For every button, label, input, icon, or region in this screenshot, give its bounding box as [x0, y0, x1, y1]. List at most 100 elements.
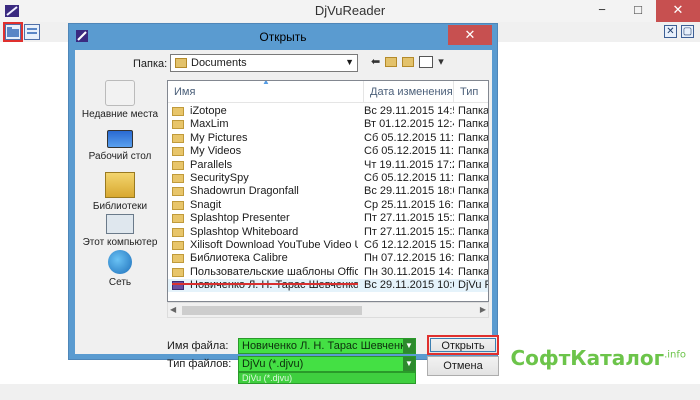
place-network[interactable]: Сеть — [77, 250, 163, 288]
file-name: Splashtop Presenter — [190, 212, 290, 225]
file-name: SecuritySpy — [190, 172, 249, 184]
file-type: Папка с ф — [458, 239, 489, 251]
computer-icon — [106, 214, 134, 234]
file-row[interactable]: Библиотека Calibre Пн 07.12.2015 16:25 Пап… — [168, 252, 488, 265]
file-row[interactable]: Xilisoft Download YouTube Video User Dat… — [168, 239, 488, 252]
scroll-right-icon[interactable]: ▶ — [480, 305, 486, 314]
file-row[interactable]: MaxLim Вт 01.12.2015 12:43 Папка с ф — [168, 118, 488, 131]
filetype-label: Тип файлов: — [167, 358, 232, 370]
maximize-button[interactable]: □ — [620, 0, 656, 22]
scroll-thumb[interactable] — [182, 306, 362, 315]
filetype-option[interactable]: DjVu (*.djvu) — [238, 372, 416, 384]
file-type: Папка с ф — [458, 158, 489, 171]
open-file-dialog: Открыть ✕ Папка: Documents ▼ ⬅ ▾ Недавни… — [68, 23, 499, 384]
file-date: Сб 05.12.2015 11:59 — [364, 131, 454, 144]
file-type: Папка с ф — [458, 252, 489, 265]
file-name: Пользовательские шаблоны Office — [190, 265, 358, 278]
filetype-value: DjVu (*.djvu) — [242, 358, 304, 370]
app-titlebar: DjVuReader − □ ✕ — [0, 0, 700, 22]
file-row[interactable]: Snagit Ср 25.11.2015 16:47 Папка с ф — [168, 199, 488, 212]
open-file-button[interactable] — [3, 22, 23, 42]
filename-input[interactable]: Новиченко Л. Н. Тарас Шевченко -- поэт, … — [238, 338, 416, 354]
file-row[interactable]: Parallels Чт 19.11.2015 17:22 Папка с ф — [168, 159, 488, 172]
dialog-title: Открыть — [259, 30, 307, 44]
column-type[interactable]: Тип — [454, 81, 488, 103]
file-row[interactable]: Пользовательские шаблоны Office Пн 30.11.… — [168, 266, 488, 279]
horizontal-scrollbar[interactable]: ◀ ▶ — [167, 302, 489, 318]
chevron-down-icon[interactable]: ▼ — [403, 339, 415, 353]
file-list-header: ▲ Имя Дата изменения Тип — [168, 81, 488, 103]
file-type: Папка с ф — [458, 118, 489, 131]
file-date: Пн 07.12.2015 16:25 — [364, 252, 454, 265]
places-bar: Недавние места Рабочий стол Библиотеки Э… — [77, 80, 163, 296]
file-type: Папка с ф — [458, 131, 489, 144]
open-button[interactable]: Открыть — [427, 335, 499, 355]
file-date: Вс 29.11.2015 10:08 — [364, 279, 454, 292]
list-icon — [27, 28, 37, 34]
back-icon[interactable]: ⬅ — [371, 55, 380, 68]
file-name: Snagit — [190, 198, 222, 211]
lookin-label: Папка: — [133, 58, 168, 70]
file-name: Parallels — [190, 158, 233, 171]
dialog-titlebar: Открыть ✕ — [69, 24, 497, 50]
file-name: My Pictures — [190, 131, 248, 144]
place-libraries[interactable]: Библиотеки — [77, 172, 163, 212]
file-row[interactable]: My Videos Сб 05.12.2015 11:59 Папка с ф — [168, 145, 488, 158]
file-row[interactable]: SecuritySpy Сб 05.12.2015 11:36 Папка с ф — [168, 172, 488, 185]
column-name[interactable]: Имя — [168, 81, 364, 103]
file-list[interactable]: ▲ Имя Дата изменения Тип iZotope Вс 29.11… — [167, 80, 489, 302]
recent-places-icon — [105, 80, 135, 106]
file-row[interactable]: Новиченко Л. Н. Тарас Шевченко — поэт, .… — [168, 279, 488, 293]
dialog-close-button[interactable]: ✕ — [448, 25, 492, 45]
file-date: Вт 01.12.2015 12:43 — [364, 118, 454, 131]
file-date: Сб 12.12.2015 15:52 — [364, 239, 454, 251]
filename-label: Имя файла: — [167, 340, 229, 352]
place-computer[interactable]: Этот компьютер — [77, 210, 163, 248]
file-date: Пн 30.11.2015 14:11 — [364, 265, 454, 278]
highlight-underline — [172, 283, 358, 285]
place-desktop[interactable]: Рабочий стол — [77, 126, 163, 162]
filetype-select[interactable]: DjVu (*.djvu) ▼ — [238, 356, 416, 372]
place-recent[interactable]: Недавние места — [77, 80, 163, 120]
close-button[interactable]: ✕ — [656, 0, 700, 22]
place-label: Рабочий стол — [88, 151, 152, 162]
lookin-dropdown[interactable]: Documents ▼ — [170, 54, 358, 72]
lookin-value: Documents — [191, 57, 247, 69]
chevron-down-icon[interactable]: ▼ — [403, 357, 415, 371]
scroll-left-icon[interactable]: ◀ — [170, 305, 176, 314]
folder-icon — [175, 58, 187, 68]
new-folder-icon[interactable] — [402, 56, 415, 67]
file-name: Xilisoft Download YouTube Video User Dat… — [190, 239, 358, 251]
view-menu-icon[interactable] — [419, 55, 434, 68]
file-type: Папка с ф — [458, 185, 489, 198]
file-type: Папка с ф — [458, 105, 489, 117]
minimize-button[interactable]: − — [584, 0, 620, 22]
status-bar — [0, 384, 700, 400]
document-info-button[interactable] — [24, 24, 40, 40]
watermark: СофтКаталог.info — [510, 346, 686, 370]
file-row[interactable]: iZotope Вс 29.11.2015 14:58 Папка с ф — [168, 105, 488, 118]
dialog-app-icon — [76, 30, 88, 42]
file-date: Вс 29.11.2015 18:00 — [364, 185, 454, 198]
file-name: Splashtop Whiteboard — [190, 225, 299, 238]
file-date: Вс 29.11.2015 14:58 — [364, 105, 454, 117]
file-row[interactable]: Splashtop Presenter Пт 27.11.2015 15:25 Па… — [168, 212, 488, 225]
watermark-suffix: .info — [664, 349, 686, 361]
file-row[interactable]: My Pictures Сб 05.12.2015 11:59 Папка с ф — [168, 132, 488, 145]
view-dropdown-icon[interactable]: ▾ — [438, 55, 444, 68]
watermark-text: СофтКаталог — [510, 346, 665, 370]
column-date[interactable]: Дата изменения — [364, 81, 454, 103]
network-icon — [108, 250, 132, 274]
restore-panel-icon[interactable]: ▢ — [681, 25, 694, 38]
place-label: Недавние места — [81, 109, 159, 120]
cancel-button[interactable]: Отмена — [427, 356, 499, 376]
open-folder-icon — [7, 27, 19, 37]
file-row[interactable]: Splashtop Whiteboard Пт 27.11.2015 15:25 П… — [168, 226, 488, 239]
libraries-icon — [105, 172, 135, 198]
filename-value: Новиченко Л. Н. Тарас Шевченко -- поэт, … — [242, 340, 415, 352]
file-date: Сб 05.12.2015 11:36 — [364, 172, 454, 184]
file-date: Сб 05.12.2015 11:59 — [364, 145, 454, 158]
close-document-icon[interactable]: ✕ — [664, 25, 677, 38]
file-row[interactable]: Shadowrun Dragonfall Вс 29.11.2015 18:00 П… — [168, 185, 488, 198]
up-folder-icon[interactable] — [385, 56, 398, 67]
